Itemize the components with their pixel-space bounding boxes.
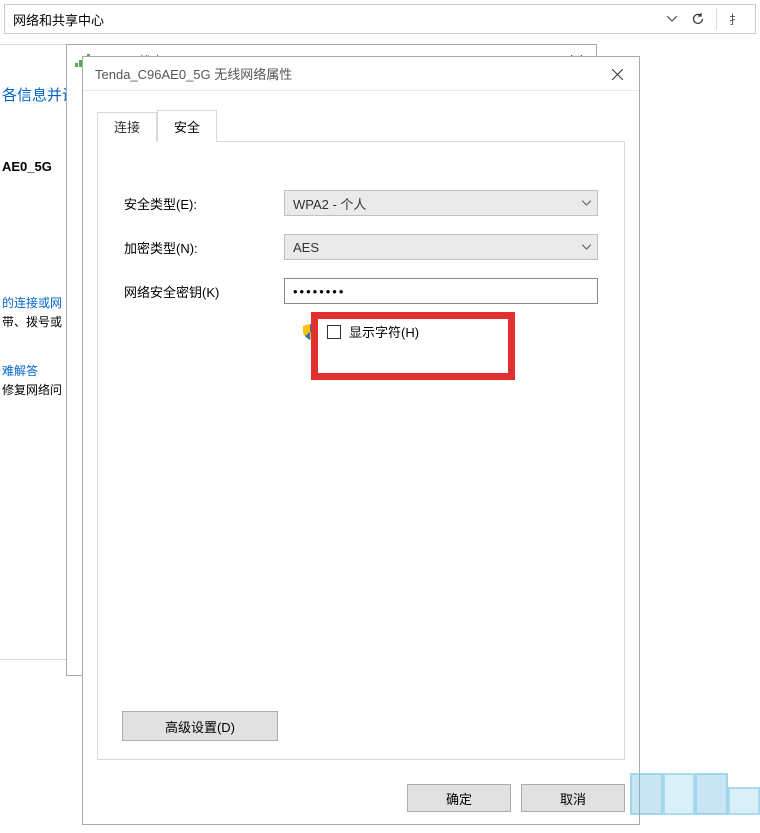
show-chars-checkbox[interactable] [327,325,341,339]
dialog-body: 连接 安全 安全类型(E): WPA2 - 个人 加密类型(N): [83,91,639,772]
show-chars-label: 显示字符(H) [349,322,419,341]
tab-strip: 连接 安全 [97,109,625,142]
network-key-input[interactable]: •••••••• [284,278,598,304]
uac-shield-icon [301,323,319,341]
address-bar-controls: 扌 [660,7,747,31]
encryption-type-row: 加密类型(N): AES [124,234,598,260]
security-type-value: WPA2 - 个人 [293,194,366,213]
security-type-row: 安全类型(E): WPA2 - 个人 [124,190,598,216]
dialog-titlebar: Tenda_C96AE0_5G 无线网络属性 [83,57,639,91]
watermark-artifact [630,773,760,815]
chevron-down-icon [582,245,591,250]
encryption-type-label: 加密类型(N): [124,238,284,257]
dropdown-icon[interactable] [660,7,684,31]
chevron-down-icon [582,201,591,206]
address-bar-text: 网络和共享中心 [13,10,660,29]
cancel-button[interactable]: 取消 [521,784,625,812]
dialog-title: Tenda_C96AE0_5G 无线网络属性 [95,64,292,83]
tab-content: 安全类型(E): WPA2 - 个人 加密类型(N): AES [97,142,625,760]
search-partial-icon[interactable]: 扌 [723,7,747,31]
separator [716,8,717,30]
tab-connection[interactable]: 连接 [97,112,157,142]
network-key-label: 网络安全密钥(K) [124,282,284,301]
tab-security[interactable]: 安全 [157,110,217,142]
network-key-value: •••••••• [293,284,345,299]
encryption-type-combo[interactable]: AES [284,234,598,260]
security-type-label: 安全类型(E): [124,194,284,213]
dialog-close-button[interactable] [595,57,639,91]
encryption-type-value: AES [293,240,319,255]
dialog-footer: 确定 取消 [83,772,639,824]
network-key-row: 网络安全密钥(K) •••••••• [124,278,598,304]
ok-button[interactable]: 确定 [407,784,511,812]
wireless-properties-dialog: Tenda_C96AE0_5G 无线网络属性 连接 安全 安全类型(E): WP… [82,56,640,825]
refresh-icon[interactable] [686,7,710,31]
security-type-combo[interactable]: WPA2 - 个人 [284,190,598,216]
address-bar: 网络和共享中心 扌 [4,4,756,34]
show-chars-row: 显示字符(H) [301,322,598,341]
advanced-settings-button[interactable]: 高级设置(D) [122,711,278,741]
